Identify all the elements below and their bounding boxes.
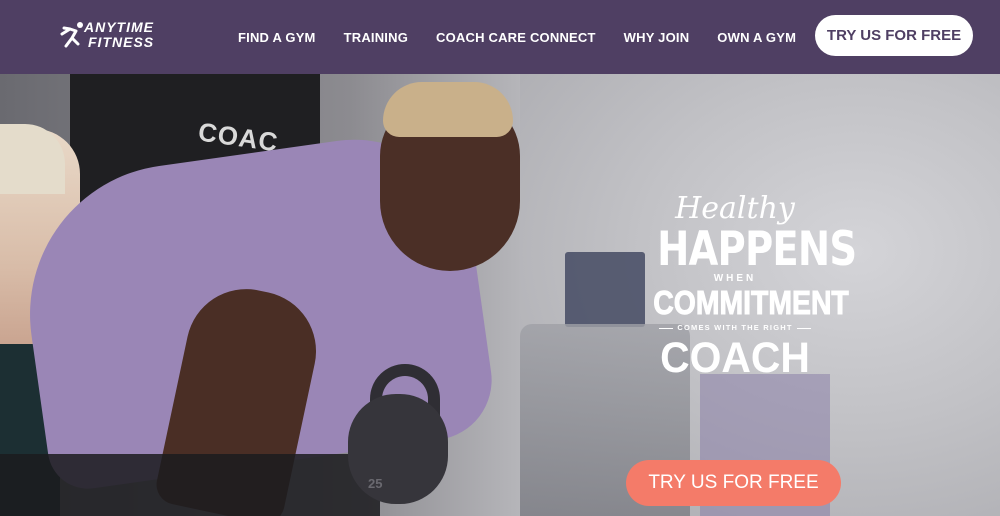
nav-own-a-gym[interactable]: OWN A GYM bbox=[717, 30, 796, 45]
try-free-header-button[interactable]: TRY US FOR FREE bbox=[815, 15, 973, 56]
headline-rule-left bbox=[659, 327, 674, 329]
main-person-hair bbox=[383, 82, 513, 137]
anytime-fitness-logo[interactable]: ANYTIME FITNESS bbox=[58, 18, 182, 54]
headline-commitment: COMMITMENT bbox=[653, 284, 849, 321]
headline-coach: COACH bbox=[660, 334, 810, 382]
headline-healthy: Healthy bbox=[675, 191, 795, 226]
nav-find-a-gym[interactable]: FIND A GYM bbox=[238, 30, 316, 45]
site-header: ANYTIME FITNESS FIND A GYM TRAINING COAC… bbox=[0, 0, 1000, 74]
headline-comes: COMES WITH THE RIGHT bbox=[677, 323, 793, 332]
hero-banner: COAC 25 Healthy HAPPENS WHEN COMMITMENT … bbox=[0, 74, 1000, 516]
nav-why-join[interactable]: WHY JOIN bbox=[624, 30, 690, 45]
logo-text-anytime: ANYTIME bbox=[84, 19, 154, 35]
kettlebell: 25 bbox=[348, 394, 448, 504]
hero-headline: Healthy HAPPENS WHEN COMMITMENT COMES WI… bbox=[640, 191, 857, 382]
try-free-hero-button[interactable]: TRY US FOR FREE bbox=[626, 460, 841, 506]
main-person-lower bbox=[0, 454, 380, 516]
headline-happens: HAPPENS bbox=[657, 222, 857, 277]
headline-comes-line: COMES WITH THE RIGHT bbox=[640, 321, 830, 335]
background-monitor bbox=[565, 252, 645, 327]
nav-coach-care-connect[interactable]: COACH CARE CONNECT bbox=[436, 30, 596, 45]
headline-rule-right bbox=[796, 327, 811, 329]
nav-training[interactable]: TRAINING bbox=[344, 30, 408, 45]
logo-text-fitness: FITNESS bbox=[88, 34, 155, 50]
kettlebell-weight: 25 bbox=[368, 476, 383, 491]
main-nav: FIND A GYM TRAINING COACH CARE CONNECT W… bbox=[238, 0, 796, 74]
